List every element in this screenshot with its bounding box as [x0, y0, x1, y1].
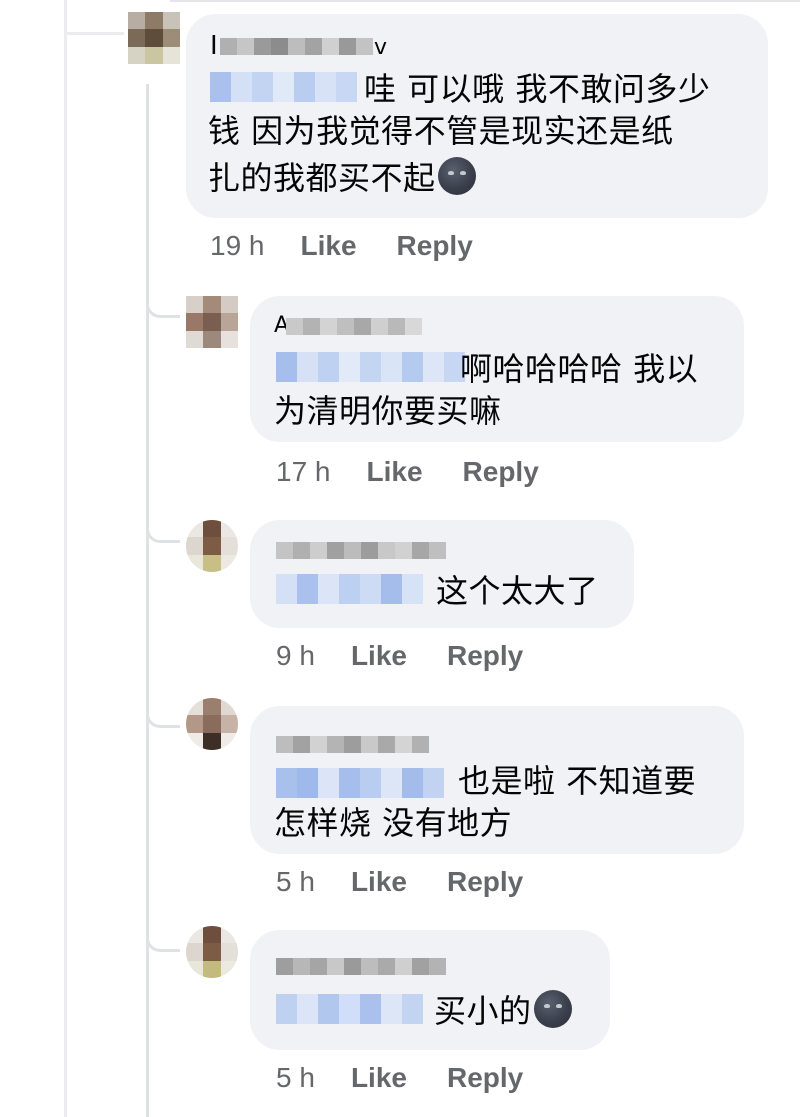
timestamp[interactable]: 5 h: [276, 866, 315, 898]
mention-tag-redacted[interactable]: [276, 994, 423, 1024]
mention-tag-redacted[interactable]: [276, 574, 423, 604]
like-button[interactable]: Like: [367, 456, 423, 488]
comment-bubble: 也是啦 不知道要 怎样烧 没有地方: [250, 706, 744, 854]
author-name-redacted[interactable]: [286, 318, 422, 335]
timestamp[interactable]: 19 h: [210, 230, 265, 262]
comment-text-line: 扎的我都买不起: [208, 157, 476, 199]
avatar[interactable]: [186, 698, 238, 750]
reply-button[interactable]: Reply: [397, 230, 473, 262]
reply-connector-3: [146, 706, 180, 728]
like-button[interactable]: Like: [301, 230, 357, 262]
comment-bubble: I v 哇 可以哦 我不敢问多少 钱 因为我觉得不管是现实还是纸 扎的我都买不起: [186, 14, 768, 218]
mention-tag-redacted[interactable]: [210, 72, 357, 102]
comment-actions: 17 h Like Reply: [276, 456, 579, 488]
author-name-redacted[interactable]: [276, 958, 446, 975]
like-button[interactable]: Like: [351, 1062, 407, 1094]
author-name-redacted[interactable]: [220, 38, 373, 55]
comment-text-fragment: 买小的: [434, 992, 532, 1030]
comment-bubble: A 啊哈哈哈哈 我以 为清明你要买嘛: [250, 296, 744, 442]
reply-button[interactable]: Reply: [447, 866, 523, 898]
comment-actions: 5 h Like Reply: [276, 866, 563, 898]
avatar[interactable]: [128, 12, 180, 64]
avatar[interactable]: [186, 926, 238, 978]
author-name-redacted[interactable]: [276, 736, 429, 753]
new-moon-face-icon: [437, 157, 476, 195]
reply-connector-1: [146, 296, 180, 318]
comment-text-line: 啊哈哈哈哈 我以: [460, 350, 699, 388]
reply-button[interactable]: Reply: [447, 640, 523, 672]
reply-connector-2: [146, 521, 180, 543]
comment-text-line: 怎样烧 没有地方: [274, 804, 513, 842]
comment-bubble: 买小的: [250, 930, 610, 1050]
comment-text-line: 钱 因为我觉得不管是现实还是纸: [208, 112, 674, 150]
mention-tag-redacted[interactable]: [276, 768, 444, 798]
new-moon-face-icon: [533, 990, 572, 1028]
author-name-suffix: v: [374, 35, 388, 60]
timestamp[interactable]: 5 h: [276, 1062, 315, 1094]
page-top-border: [170, 0, 800, 2]
comment-text-line: 买小的: [434, 990, 572, 1032]
timestamp[interactable]: 9 h: [276, 640, 315, 672]
comment-text-line: 哇 可以哦 我不敢问多少: [364, 70, 711, 108]
like-button[interactable]: Like: [351, 866, 407, 898]
comment-text-fragment: 扎的我都买不起: [208, 159, 436, 197]
thread-connector-top: [64, 32, 124, 35]
comment-text-line: 为清明你要买嘛: [274, 392, 502, 430]
mention-tag-redacted[interactable]: [276, 352, 465, 382]
comment-actions: 5 h Like Reply: [276, 1062, 563, 1094]
reply-button[interactable]: Reply: [463, 456, 539, 488]
timestamp[interactable]: 17 h: [276, 456, 331, 488]
reply-button[interactable]: Reply: [447, 1062, 523, 1094]
avatar[interactable]: [186, 296, 238, 348]
thread-line-outer: [64, 0, 67, 1117]
comment-text-line: 这个太大了: [436, 572, 599, 610]
comment-actions: 19 h Like Reply: [210, 230, 513, 262]
avatar[interactable]: [186, 520, 238, 572]
comment-bubble: 这个太大了: [250, 520, 634, 628]
comment-actions: 9 h Like Reply: [276, 640, 563, 672]
author-name-redacted[interactable]: [276, 542, 446, 559]
author-name-initial: I: [210, 31, 218, 61]
like-button[interactable]: Like: [351, 640, 407, 672]
comment-text-line: 也是啦 不知道要: [458, 762, 697, 800]
thread-line-replies: [146, 84, 149, 1117]
reply-connector-4: [146, 930, 180, 952]
